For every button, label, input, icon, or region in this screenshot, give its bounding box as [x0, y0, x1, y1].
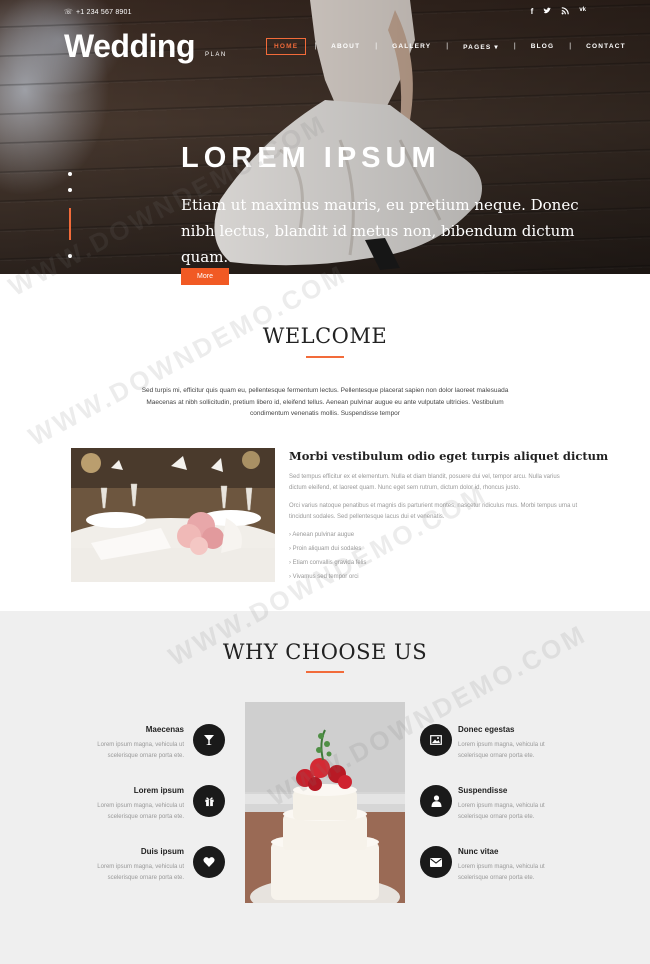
slider-dot-active[interactable]: [69, 208, 71, 240]
nav-home[interactable]: HOME: [266, 38, 307, 55]
why-choose-underline: [306, 671, 344, 673]
envelope-icon: [420, 846, 452, 878]
nav-separator: |: [513, 43, 516, 50]
welcome-text: Sed turpis mi, efficitur quis quam eu, p…: [141, 387, 509, 417]
feature-list: › Aenean pulvinar augue › Proin aliquam …: [289, 528, 366, 584]
slider-dot-1[interactable]: [68, 172, 72, 176]
vk-icon[interactable]: vk: [579, 7, 586, 17]
facebook-icon[interactable]: f: [531, 7, 534, 17]
why-item-text: Lorem ipsum magna, vehicula ut scelerisq…: [97, 742, 184, 759]
why-item-text: Lorem ipsum magna, vehicula ut scelerisq…: [458, 864, 545, 881]
nav-separator: |: [446, 43, 449, 50]
why-choose-title: WHY CHOOSE US: [222, 640, 428, 664]
phone-number: +1 234 567 8901: [75, 8, 132, 16]
topbar-phone[interactable]: ☏ +1 234 567 8901: [64, 8, 132, 17]
main-nav: HOME | ABOUT | GALLERY | PAGES ▾ | BLOG …: [266, 38, 633, 55]
twitter-icon[interactable]: [543, 7, 552, 17]
welcome-title: WELCOME: [262, 324, 388, 348]
brand-logo[interactable]: Wedding: [64, 28, 196, 65]
gift-icon: [193, 785, 225, 817]
list-item: › Vivamus sed tempor orci: [289, 574, 359, 580]
nav-contact[interactable]: CONTACT: [579, 39, 633, 54]
why-item-text: Lorem ipsum magna, vehicula ut scelerisq…: [458, 742, 545, 759]
wedding-table-image: [71, 448, 275, 582]
why-item-title: Maecenas: [145, 725, 184, 734]
user-icon: [420, 785, 452, 817]
why-item-title: Nunc vitae: [458, 847, 499, 856]
picture-icon: [420, 724, 452, 756]
heart-icon: [193, 846, 225, 878]
list-item: › Etiam convallis gravida felis: [289, 560, 367, 566]
list-item: › Aenean pulvinar augue: [289, 532, 355, 538]
cocktail-glass-icon: [193, 724, 225, 756]
hero-banner: ☏ +1 234 567 8901 f vk Wedding PLAN HOME…: [0, 0, 650, 274]
nav-separator: |: [375, 43, 378, 50]
nav-pages-dropdown[interactable]: PAGES ▾: [456, 39, 506, 55]
welcome-underline: [306, 356, 344, 358]
why-item-title: Suspendisse: [458, 786, 508, 795]
nav-separator: |: [569, 43, 572, 50]
why-item-title: Duis ipsum: [140, 847, 184, 856]
slider-dot-4[interactable]: [68, 254, 72, 258]
nav-blog[interactable]: BLOG: [524, 39, 562, 54]
nav-separator: |: [314, 43, 317, 50]
slider-dot-2[interactable]: [68, 188, 72, 192]
hero-text: Etiam ut maximus mauris, eu pretium nequ…: [181, 196, 579, 266]
brand-subtitle: PLAN: [205, 52, 227, 58]
watermark: WWW.DOWNDEMO.COM: [23, 258, 352, 452]
feature-title: Morbi vestibulum odio eget turpis alique…: [289, 449, 609, 463]
hero-more-button[interactable]: More: [181, 268, 229, 285]
why-item-text: Lorem ipsum magna, vehicula ut scelerisq…: [458, 803, 545, 820]
why-item-title: Lorem ipsum: [133, 786, 184, 795]
list-item: › Proin aliquam dui sodales: [289, 546, 362, 552]
why-item-text: Lorem ipsum magna, vehicula ut scelerisq…: [97, 864, 184, 881]
feature-paragraph-2: Orci varius natoque penatibus et magnis …: [289, 503, 578, 520]
why-item-text: Lorem ipsum magna, vehicula ut scelerisq…: [97, 803, 184, 820]
rss-icon[interactable]: [561, 7, 570, 17]
phone-icon: ☏: [64, 9, 73, 16]
feature-paragraph-1: Sed tempus efficitur ex et elementum. Nu…: [289, 474, 560, 491]
social-links: f vk: [531, 7, 586, 17]
nav-gallery[interactable]: GALLERY: [385, 39, 438, 54]
wedding-cake-image: [245, 702, 405, 903]
nav-about[interactable]: ABOUT: [324, 39, 367, 54]
hero-title: LOREM IPSUM: [181, 142, 441, 174]
why-item-title: Donec egestas: [458, 725, 515, 734]
